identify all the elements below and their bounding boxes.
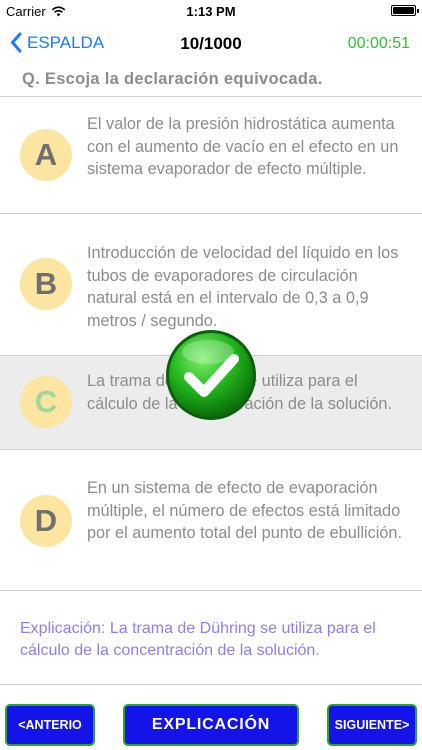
previous-button[interactable]: <ANTERIO — [5, 704, 95, 746]
nav-bar: ESPALDA 10/1000 00:00:51 — [0, 22, 422, 66]
timer: 00:00:51 — [347, 35, 410, 52]
option-text-a: El valor de la presión hidrostática aume… — [87, 115, 399, 178]
option-letter-b: B — [20, 258, 72, 310]
option-text-b: Introducción de velocidad del líquido en… — [87, 244, 399, 330]
option-letter-a: A — [20, 129, 72, 181]
check-circle-icon — [166, 330, 256, 420]
divider — [0, 684, 422, 685]
option-d[interactable]: D En un sistema de efecto de evaporación… — [0, 450, 422, 590]
option-text-d: En un sistema de efecto de evaporación m… — [87, 479, 402, 542]
explanation-text: Explicación: La trama de Dühring se util… — [20, 620, 376, 659]
status-time: 1:13 PM — [186, 4, 236, 19]
explanation-button[interactable]: EXPLICACIÓN — [123, 704, 299, 746]
divider — [0, 590, 422, 591]
option-a[interactable]: A El valor de la presión hidrostática au… — [0, 97, 422, 213]
status-bar: Carrier 1:13 PM — [0, 0, 422, 22]
option-letter-c: C — [20, 376, 72, 428]
option-letter-d: D — [20, 495, 72, 547]
battery-icon — [391, 5, 419, 16]
question-text: Q. Escoja la declaración equivocada. — [22, 70, 323, 88]
next-button[interactable]: SIGUIENTE> — [327, 704, 417, 746]
